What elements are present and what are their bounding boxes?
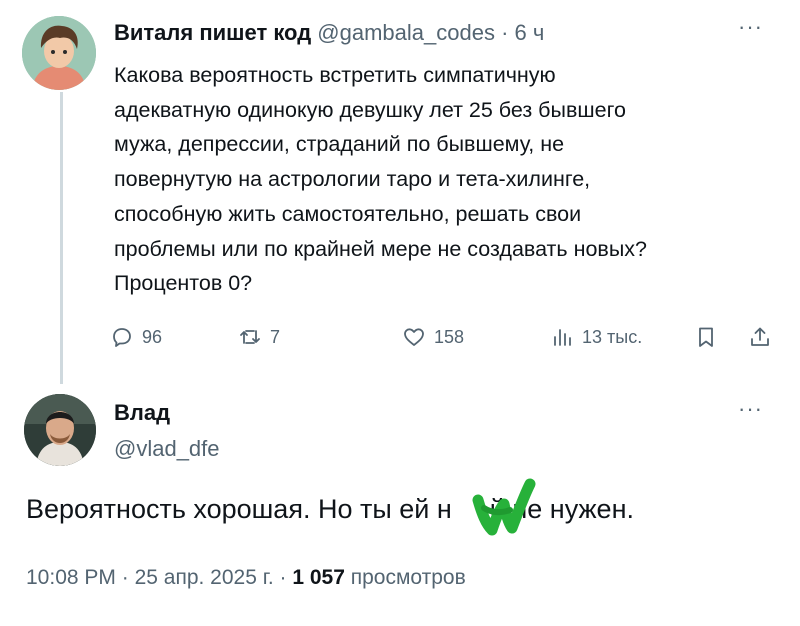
reply-date[interactable]: 25 апр. 2025 г. (135, 566, 274, 589)
retweet-icon (240, 330, 260, 344)
reply-button[interactable]: 96 (110, 322, 162, 352)
reply-count: 96 (142, 326, 163, 347)
author-avatar[interactable] (22, 16, 96, 90)
like-count: 158 (434, 326, 465, 347)
bookmark-button[interactable] (694, 322, 718, 352)
tweet-header: Виталя пишет код @gambala_codes · 6 ч (114, 20, 544, 46)
tweet-text-line: адекватную одинокую девушку лет 25 без б… (114, 97, 626, 122)
like-button[interactable]: 158 (402, 322, 464, 352)
tweet-text-line: мужа, депрессии, страданий по бывшему, н… (114, 132, 565, 157)
reply-meta: 10:08 PM · 25 апр. 2025 г. · 1 057 просм… (26, 566, 466, 590)
reply-views-label: просмотров (350, 566, 466, 589)
avatar-photo (24, 394, 96, 466)
share-button[interactable] (748, 322, 772, 352)
views-count: 13 тыс. (582, 326, 643, 347)
bookmark-icon (699, 327, 713, 347)
views-button[interactable]: 13 тыс. (550, 322, 642, 352)
avatar-illustration (22, 16, 96, 90)
more-options-button[interactable]: ··· (738, 16, 763, 38)
green-scribble-overlay (470, 478, 536, 540)
reply-text-start: Вероятность хорошая. Но ты ей н (26, 494, 452, 524)
tweet-text-line: повернутую на астрологии таро и тета-хил… (114, 167, 591, 192)
reply-text: Вероятность хорошая. Но ты ей нй не нуже… (26, 494, 634, 525)
tweet-actions-bar: 96 7 158 13 тыс. (110, 322, 780, 352)
tweet-text-line: Процентов 0? (114, 271, 253, 296)
tweet-text: Какова вероятность встретить симпатичную… (114, 58, 754, 301)
reply-author-handle[interactable]: @vlad_dfe (114, 436, 220, 462)
tweet-text-line: Какова вероятность встретить симпатичную (114, 63, 556, 87)
header-separator: · (501, 20, 509, 45)
views-icon (554, 329, 571, 346)
reply-author-avatar[interactable] (24, 394, 96, 466)
reply-icon (113, 328, 131, 347)
like-icon (404, 328, 424, 346)
reply-author-name[interactable]: Влад (114, 400, 170, 426)
reply-views-count: 1 057 (292, 566, 345, 589)
author-name[interactable]: Виталя пишет код (114, 20, 311, 45)
retweet-button[interactable]: 7 (238, 322, 280, 352)
retweet-count: 7 (270, 326, 281, 347)
checkmark-scribble-icon (472, 478, 536, 536)
tweet-text-line: проблемы или по крайней мере не создават… (114, 236, 647, 261)
tweet-text-line: способную жить самостоятельно, решать св… (114, 201, 582, 226)
meta-separator: · (279, 566, 287, 589)
meta-separator: · (121, 566, 129, 589)
author-handle[interactable]: @gambala_codes (317, 20, 495, 45)
reply-time[interactable]: 10:08 PM (26, 566, 116, 589)
reply-more-options-button[interactable]: ··· (738, 398, 763, 420)
thread-connector-line (60, 92, 63, 384)
share-icon (751, 327, 769, 346)
tweet-time[interactable]: 6 ч (515, 20, 545, 45)
